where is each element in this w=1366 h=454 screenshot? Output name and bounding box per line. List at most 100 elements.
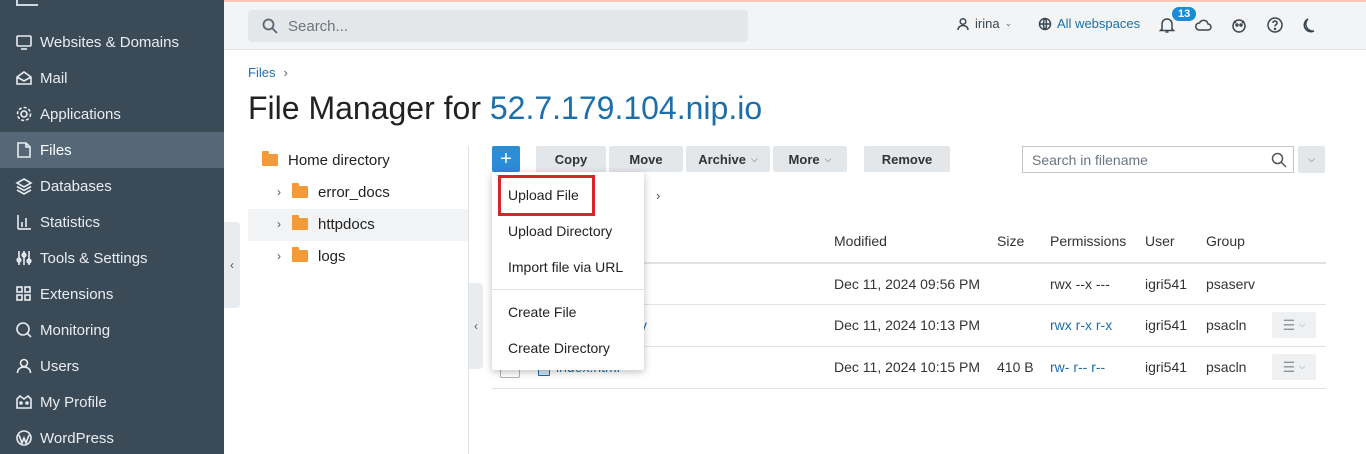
folder-icon — [262, 151, 278, 166]
page-title-prefix: File Manager for — [248, 90, 481, 126]
column-header-modified[interactable]: Modified — [834, 233, 887, 249]
row-user: igri541 — [1145, 317, 1188, 333]
search-icon — [1271, 152, 1287, 168]
copy-button[interactable]: Copy — [536, 146, 606, 172]
sidebar-item-label: Applications — [40, 105, 121, 123]
more-button[interactable]: More ⌵ — [773, 146, 847, 172]
tree-item-logs[interactable]: › logs — [272, 240, 346, 272]
row-user: igri541 — [1145, 276, 1188, 292]
sidebar-item-label: Websites & Domains — [40, 33, 179, 51]
sidebar-item-files[interactable]: Files — [0, 132, 224, 168]
row-size: 410 B — [997, 359, 1034, 375]
sidebar-item-databases[interactable]: Databases — [0, 168, 224, 204]
sidebar-item-wordpress[interactable]: WordPress — [0, 420, 224, 454]
chevron-right-icon: › — [656, 188, 661, 203]
menu-item-import-url[interactable]: Import file via URL — [508, 259, 623, 275]
folder-icon — [292, 247, 308, 262]
cloud-icon[interactable] — [1194, 16, 1212, 34]
sidebar-item-tools-settings[interactable]: Tools & Settings — [0, 240, 224, 276]
gear-icon — [14, 104, 34, 124]
breadcrumb: Files › — [248, 65, 288, 80]
sidebar-item-my-profile[interactable]: My Profile — [0, 384, 224, 420]
row-permissions-link[interactable]: rwx r-x r-x — [1050, 317, 1112, 333]
archive-label: Archive — [698, 151, 746, 167]
row-group: psacln — [1206, 359, 1247, 375]
remove-button[interactable]: Remove — [864, 146, 950, 172]
search-options-button[interactable]: ⌵ — [1298, 146, 1325, 173]
sidebar-item-label: WordPress — [40, 429, 114, 447]
breadcrumb-link-files[interactable]: Files — [248, 65, 275, 80]
row-actions-button[interactable]: ☰ ⌵ — [1272, 312, 1316, 338]
row-modified: Dec 11, 2024 10:13 PM — [834, 317, 981, 333]
tree-item-home[interactable]: Home directory — [262, 144, 390, 176]
logo-mark — [16, 0, 38, 6]
sliders-icon — [14, 248, 34, 268]
advisor-icon[interactable] — [1230, 16, 1248, 34]
more-label: More — [788, 151, 820, 167]
column-header-size[interactable]: Size — [997, 233, 1024, 249]
tree-item-label: logs — [318, 247, 346, 265]
archive-button[interactable]: Archive ⌵ — [686, 146, 770, 172]
sidebar-item-users[interactable]: Users — [0, 348, 224, 384]
page-title-host: 52.7.179.104.nip.io — [489, 90, 763, 126]
monitor-icon — [14, 32, 34, 52]
tree-item-label: error_docs — [318, 183, 390, 201]
row-permissions-link[interactable]: rw- r-- r-- — [1050, 359, 1105, 375]
sidebar-collapse-handle[interactable]: ‹ — [224, 222, 240, 308]
monitoring-icon — [14, 320, 34, 340]
tree-item-httpdocs[interactable]: › httpdocs — [272, 208, 375, 240]
user-icon — [14, 356, 34, 376]
sidebar-item-label: Users — [40, 357, 80, 375]
row-modified: Dec 11, 2024 09:56 PM — [834, 276, 981, 292]
row-divider — [492, 388, 1326, 389]
menu-item-create-file[interactable]: Create File — [508, 304, 576, 320]
copy-label: Copy — [554, 151, 588, 167]
menu-divider — [492, 289, 644, 290]
filename-search-placeholder: Search in filename — [1032, 151, 1148, 168]
top-bar: Search... irina ⌄ All webspaces 13 — [224, 0, 1366, 50]
row-modified: Dec 11, 2024 10:15 PM — [834, 359, 981, 375]
sidebar-item-label: Statistics — [40, 213, 101, 231]
chevron-left-icon: ‹ — [474, 319, 478, 333]
sidebar-item-websites-domains[interactable]: Websites & Domains — [0, 24, 224, 60]
sidebar-item-applications[interactable]: Applications — [0, 96, 224, 132]
moon-icon[interactable] — [1302, 16, 1320, 34]
annotation-highlight-box — [498, 175, 595, 216]
chevron-down-icon: ⌵ — [750, 153, 758, 164]
sidebar-item-label: Extensions — [40, 285, 114, 303]
sidebar-item-label: Tools & Settings — [40, 249, 148, 267]
column-header-group[interactable]: Group — [1206, 233, 1245, 249]
tree-collapse-handle[interactable]: ‹ — [469, 283, 483, 369]
chevron-right-icon[interactable]: › — [272, 249, 286, 263]
sidebar-item-label: Files — [40, 141, 72, 159]
user-menu[interactable]: irina ⌄ — [956, 16, 1012, 31]
webspaces-selector[interactable]: All webspaces — [1038, 16, 1140, 31]
row-user: igri541 — [1145, 359, 1188, 375]
column-header-permissions[interactable]: Permissions — [1050, 233, 1126, 249]
menu-item-upload-directory[interactable]: Upload Directory — [508, 223, 612, 239]
tree-item-error-docs[interactable]: › error_docs — [272, 176, 390, 208]
profile-icon — [14, 392, 34, 412]
page-title: File Manager for 52.7.179.104.nip.io — [248, 90, 762, 127]
add-button[interactable]: + — [492, 146, 520, 172]
move-label: Move — [629, 151, 663, 167]
sidebar-item-mail[interactable]: Mail — [0, 60, 224, 96]
chevron-down-icon: ⌄ — [1004, 18, 1013, 28]
chevron-right-icon[interactable]: › — [272, 217, 286, 231]
sidebar-item-monitoring[interactable]: Monitoring — [0, 312, 224, 348]
globe-icon — [1038, 17, 1052, 30]
sidebar-item-extensions[interactable]: Extensions — [0, 276, 224, 312]
help-icon[interactable] — [1266, 16, 1284, 34]
chevron-right-icon: › — [283, 65, 288, 80]
row-group: psacln — [1206, 317, 1247, 333]
filename-search-input[interactable]: Search in filename — [1022, 146, 1294, 173]
sidebar-item-statistics[interactable]: Statistics — [0, 204, 224, 240]
global-search-input[interactable]: Search... — [248, 10, 748, 42]
chevron-left-icon: ‹ — [230, 258, 234, 272]
move-button[interactable]: Move — [609, 146, 683, 172]
user-icon — [957, 17, 969, 30]
row-actions-button[interactable]: ☰ ⌵ — [1272, 354, 1316, 380]
chevron-right-icon[interactable]: › — [272, 185, 286, 199]
menu-item-create-directory[interactable]: Create Directory — [508, 340, 610, 356]
column-header-user[interactable]: User — [1145, 233, 1175, 249]
